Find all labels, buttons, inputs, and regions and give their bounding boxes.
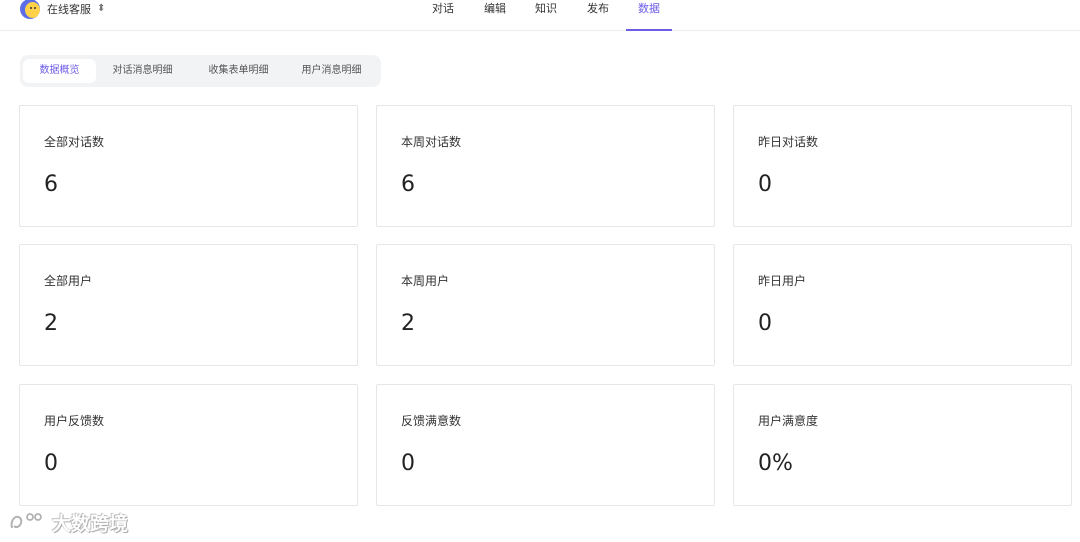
app-name: 在线客服 — [47, 3, 91, 16]
stat-card: 本周对话数 6 — [376, 105, 715, 227]
chevron-up-down-icon: ⬍ — [97, 3, 106, 14]
stat-card: 用户满意度 0% — [733, 384, 1072, 506]
stat-value: 2 — [401, 311, 415, 336]
stat-card: 全部用户 2 — [19, 244, 358, 366]
subtab-form-detail[interactable]: 收集表单明细 — [199, 59, 278, 83]
watermark: 大数跨境 — [8, 507, 128, 537]
stat-label: 用户满意度 — [758, 414, 819, 428]
tab-publish[interactable]: 发布 — [586, 0, 610, 31]
stat-label: 本周用户 — [401, 274, 450, 288]
stat-card: 昨日对话数 0 — [733, 105, 1072, 227]
subtab-user-message-detail[interactable]: 用户消息明细 — [292, 59, 371, 83]
watermark-text: 大数跨境 — [52, 512, 129, 535]
tab-data[interactable]: 数据 — [637, 0, 661, 31]
stat-card: 全部对话数 6 — [19, 105, 358, 227]
stat-value: 0 — [758, 172, 772, 197]
stat-value: 0% — [758, 451, 793, 476]
stat-value: 2 — [44, 311, 58, 336]
stat-card: 用户反馈数 0 — [19, 384, 358, 506]
stat-label: 昨日用户 — [758, 274, 807, 288]
stat-label: 本周对话数 — [401, 135, 462, 149]
tab-edit[interactable]: 编辑 — [483, 0, 507, 31]
app-switcher[interactable]: 在线客服 ⬍ — [20, 0, 105, 20]
active-tab-indicator — [626, 29, 672, 31]
watermark-logo-icon — [10, 513, 42, 529]
stat-value: 6 — [44, 172, 58, 197]
stat-label: 昨日对话数 — [758, 135, 819, 149]
stat-value: 6 — [401, 172, 415, 197]
stat-value: 0 — [758, 311, 772, 336]
subtab-group: 数据概览 对话消息明细 收集表单明细 用户消息明细 — [20, 55, 381, 87]
stat-card: 昨日用户 0 — [733, 244, 1072, 366]
tab-dialog[interactable]: 对话 — [431, 0, 455, 31]
stat-label: 用户反馈数 — [44, 414, 105, 428]
stat-card: 反馈满意数 0 — [376, 384, 715, 506]
stat-label: 全部用户 — [44, 274, 93, 288]
top-bar: 在线客服 ⬍ 对话 编辑 知识 发布 数据 — [0, 0, 1080, 31]
stat-value: 0 — [44, 451, 58, 476]
stat-label: 全部对话数 — [44, 135, 105, 149]
tab-knowledge[interactable]: 知识 — [534, 0, 558, 31]
subtab-overview[interactable]: 数据概览 — [23, 59, 96, 83]
stat-value: 0 — [401, 451, 415, 476]
stat-label: 反馈满意数 — [401, 414, 462, 428]
subtab-dialog-detail[interactable]: 对话消息明细 — [106, 59, 179, 83]
avatar — [20, 0, 40, 19]
stat-card: 本周用户 2 — [376, 244, 715, 366]
